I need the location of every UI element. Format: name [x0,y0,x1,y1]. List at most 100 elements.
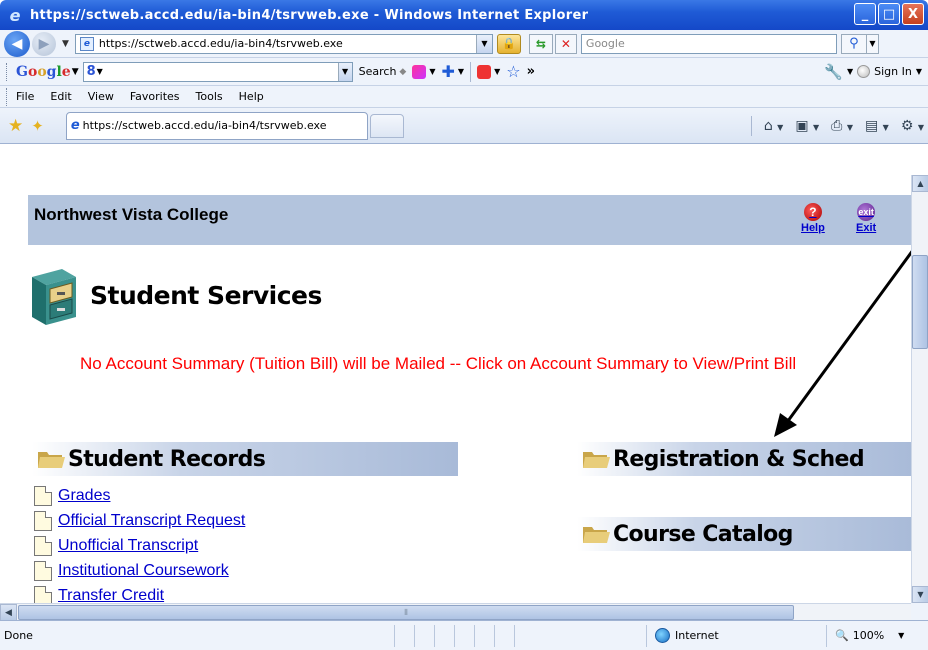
registration-header[interactable]: Registration & Sched [577,442,911,476]
unofficial-transcript-link[interactable]: Unofficial Transcript [58,537,198,555]
horizontal-scrollbar[interactable]: ◀ ⦀ ▶ [0,603,928,621]
search-options-dropdown[interactable]: ▼ [866,33,879,54]
ie-logo-icon: e [9,5,21,25]
print-icon[interactable]: ⎙ ▼ [831,118,853,134]
more-button[interactable]: » [527,64,535,79]
signin-button[interactable]: 🔧 ▼ Sign In ▼ [824,63,922,81]
institutional-coursework-link[interactable]: Institutional Coursework [58,562,229,580]
menu-edit[interactable]: Edit [50,90,71,103]
scroll-corner [911,603,928,620]
popup-blocker-button[interactable]: ▼ [477,64,500,79]
google-search-label: Search [358,65,397,78]
horizontal-scroll-thumb[interactable]: ⦀ [18,605,794,620]
section-title: Registration & Sched [613,446,865,472]
google-search-input[interactable]: 8 ▼ ▼ [82,61,353,82]
transfer-credit-link[interactable]: Transfer Credit [58,587,164,604]
exit-link[interactable]: exit Exit [856,203,876,234]
search-button[interactable]: ⚲ [840,33,867,54]
globe-icon [655,628,670,643]
page-title: Student Services [90,281,322,310]
google-search-dropdown-icon[interactable]: ▼ [337,62,352,81]
document-icon [34,535,52,556]
address-url: https://sctweb.accd.edu/ia-bin4/tsrvweb.… [98,37,343,50]
add-favorite-icon[interactable]: ✦ [31,117,44,135]
tab-current[interactable]: e https://sctweb.accd.edu/ia-bin4/tsrvwe… [65,111,368,140]
feeds-icon[interactable]: ▣ ▼ [795,118,819,134]
bookmark-add-button[interactable]: ✚ ▼ [442,62,465,81]
arrow-right-icon: ▶ [38,35,50,52]
magnifier-icon: ⚲ [849,36,859,51]
stop-button[interactable]: ✕ [554,33,577,54]
maximize-button[interactable]: □ [878,3,900,25]
address-dropdown-icon[interactable]: ▼ [475,34,492,53]
menu-tools[interactable]: Tools [196,90,223,103]
favorites-center-icon[interactable]: ★ [8,116,23,136]
zoom-icon: 🔍 [835,629,849,642]
help-link[interactable]: ? Help [801,203,825,234]
forward-button[interactable]: ▶ [32,31,56,56]
document-icon [34,560,52,581]
zoom-control[interactable]: 🔍 100% ▼ [826,624,928,647]
section-title: Course Catalog [613,521,793,547]
college-header: Northwest Vista College ? Help exit Exit [28,195,911,245]
billing-notice: No Account Summary (Tuition Bill) will b… [80,354,797,373]
google-search-button[interactable]: Search ◆ [359,65,407,78]
window-title-bar[interactable]: e https://sctweb.accd.edu/ia-bin4/tsrvwe… [0,0,928,30]
scroll-left-button[interactable]: ◀ [0,604,17,621]
refresh-icon: ⇆ [535,36,546,51]
close-button[interactable]: X [902,3,924,25]
lock-icon[interactable]: 🔒 [496,33,521,54]
minimize-button[interactable]: _ [854,3,876,25]
pagerank-icon [412,64,427,79]
security-zone[interactable]: Internet [646,624,826,647]
window-controls: _ □ X [854,3,924,25]
folder-icon [583,527,610,543]
official-transcript-link[interactable]: Official Transcript Request [58,512,245,530]
back-button[interactable]: ◀ [4,30,30,57]
list-item: Transfer Credit [34,583,245,603]
tab-bar: ★ ✦ e https://sctweb.accd.edu/ia-bin4/ts… [0,108,928,144]
address-bar[interactable]: e https://sctweb.accd.edu/ia-bin4/tsrvwe… [74,33,493,54]
student-records-header: Student Records [32,442,458,476]
page-content[interactable]: Northwest Vista College ? Help exit Exit S… [0,145,911,603]
arrow-left-icon: ◀ [11,35,23,52]
folder-icon [583,452,610,468]
zoom-level: 100% [852,629,885,642]
status-bar: Done Internet 🔍 100% ▼ [0,620,928,650]
menu-help[interactable]: Help [239,90,264,103]
page-icon: e [79,36,94,51]
scroll-down-button[interactable]: ▼ [912,586,928,603]
status-text: Done [4,629,33,642]
zone-label: Internet [675,629,719,642]
help-icon: ? [803,203,822,221]
menu-favorites[interactable]: Favorites [130,90,180,103]
list-item: Official Transcript Request [34,508,245,533]
popup-blocker-icon [477,64,492,79]
google-bookmarks-button[interactable]: ☆ [506,62,520,81]
toolbar-grip[interactable] [6,62,12,81]
course-catalog-header[interactable]: Course Catalog [577,517,911,551]
pagerank-button[interactable]: ▼ [412,64,436,79]
tools-gear-icon[interactable]: ⚙ ▼ [901,118,924,134]
menu-file[interactable]: File [16,90,34,103]
google-logo[interactable]: Google [16,64,71,80]
search-input[interactable]: Google [580,33,837,54]
vertical-scrollbar[interactable]: ▲ ▼ [911,175,928,603]
home-icon[interactable]: ⌂ ▼ [764,118,784,134]
folder-icon [38,452,65,468]
history-dropdown-icon[interactable]: ▼ [62,39,69,49]
scroll-up-button[interactable]: ▲ [912,175,928,192]
grades-link[interactable]: Grades [58,487,110,505]
menu-grip [6,87,12,106]
list-item: Institutional Coursework [34,558,245,583]
vertical-scroll-thumb[interactable] [912,255,928,349]
menu-view[interactable]: View [88,90,114,103]
document-icon [34,510,52,531]
refresh-button[interactable]: ⇆ [528,33,553,54]
list-item: Unofficial Transcript [34,533,245,558]
page-menu-icon[interactable]: ▤ ▼ [865,118,889,134]
signin-label: Sign In [874,65,912,78]
new-tab-button[interactable] [369,113,404,138]
google-toolbar: Google ▼ 8 ▼ ▼ Search ◆ ▼ ✚ ▼ ▼ ☆ » 🔧 ▼ Si… [0,58,928,86]
google-logo-dropdown-icon[interactable]: ▼ [72,67,79,77]
